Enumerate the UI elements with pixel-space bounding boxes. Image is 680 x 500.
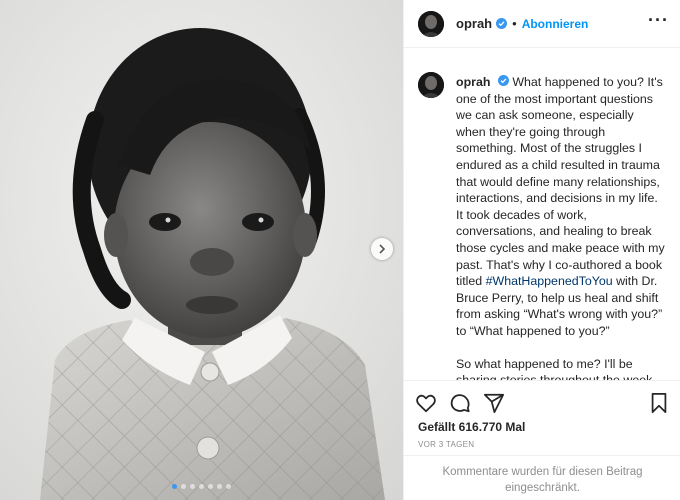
carousel-dot [172,484,177,489]
save-button[interactable] [647,391,671,415]
post-side-panel: oprah • Abonnieren ··· oprah What happen… [403,0,680,500]
verified-badge-icon [496,18,508,29]
action-bar [404,380,680,424]
child-portrait-photo [0,0,403,500]
caption-row: oprah What happened to you? It's one of … [418,72,669,380]
caption-paragraph-1: oprah What happened to you? It's one of … [456,74,666,340]
follow-button[interactable]: Abonnieren [522,17,589,31]
caption-avatar[interactable] [418,72,444,98]
avatar[interactable] [418,10,444,37]
carousel-indicator [0,484,403,489]
bookmark-icon [651,392,667,413]
carousel-next-button[interactable] [371,238,393,260]
header-separator: • [512,16,517,31]
carousel-dot [217,484,222,489]
caption-paragraph-2: So what happened to me? I'll be sharing … [456,356,652,381]
instagram-post-modal: oprah • Abonnieren ··· oprah What happen… [0,0,680,500]
post-timestamp[interactable]: VOR 3 TAGEN [418,440,474,449]
carousel-dot [226,484,231,489]
share-button[interactable] [482,391,506,415]
more-options-icon[interactable]: ··· [648,11,669,29]
comment-button[interactable] [448,391,472,415]
avatar-image [418,10,444,37]
username-link[interactable]: oprah [456,16,492,31]
carousel-dot [208,484,213,489]
caption-avatar-image [418,72,444,98]
carousel-dot [199,484,204,489]
like-button[interactable] [414,391,438,415]
caption-section: oprah What happened to you? It's one of … [404,58,680,380]
post-photo[interactable] [0,0,403,500]
caption-username-link[interactable]: oprah [456,75,490,89]
carousel-dot [181,484,186,489]
comments-disabled-notice: Kommentare wurden für diesen Beitrag ein… [404,455,680,500]
share-icon [483,393,505,413]
chevron-right-icon [379,244,386,254]
hashtag-link[interactable]: #WhatHappenedToYou [486,274,613,288]
caption-verified-badge-icon [497,75,509,86]
comment-icon [450,393,470,412]
carousel-dot [190,484,195,489]
post-header: oprah • Abonnieren ··· [404,0,680,48]
heart-icon [416,394,436,412]
like-count[interactable]: Gefällt 616.770 Mal [418,420,525,434]
caption-body: What happened to you? It's one of the mo… [456,75,665,289]
caption-text: oprah What happened to you? It's one of … [456,74,666,380]
